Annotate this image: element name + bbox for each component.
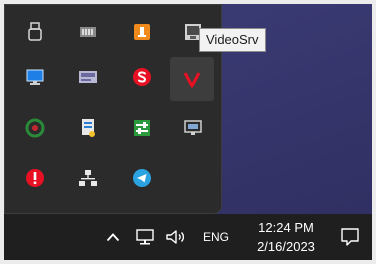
gpu-memory-icon[interactable]	[68, 12, 108, 52]
monitor-icon[interactable]	[15, 57, 55, 97]
tooltip: VideoSrv	[199, 28, 266, 52]
volume-icon[interactable]	[163, 225, 189, 249]
red-alert-icon[interactable]	[15, 158, 55, 198]
network-tree-icon[interactable]	[68, 158, 108, 198]
clock-time: 12:24 PM	[258, 220, 314, 235]
hardware-card-icon[interactable]	[68, 57, 108, 97]
taskbar: ENG 12:24 PM 2/16/2023	[4, 214, 372, 260]
clock[interactable]: 12:24 PM 2/16/2023	[240, 218, 332, 256]
clock-date: 2/16/2023	[257, 239, 315, 254]
network-icon[interactable]	[133, 225, 157, 249]
usb-drive-icon[interactable]	[15, 12, 55, 52]
chevron-up-icon[interactable]	[103, 225, 123, 249]
telegram-icon[interactable]	[122, 158, 162, 198]
tray-overflow-panel	[4, 4, 222, 214]
language-indicator[interactable]: ENG	[198, 225, 234, 249]
green-circle-icon[interactable]	[15, 108, 55, 148]
green-sliders-icon[interactable]	[122, 108, 162, 148]
red-v-icon[interactable]	[170, 57, 214, 101]
printer-document-icon[interactable]	[68, 108, 108, 148]
orange-app-icon[interactable]	[122, 12, 162, 52]
notification-icon[interactable]	[337, 225, 363, 249]
red-s-icon[interactable]	[122, 57, 162, 97]
display-settings-icon[interactable]	[173, 108, 213, 148]
